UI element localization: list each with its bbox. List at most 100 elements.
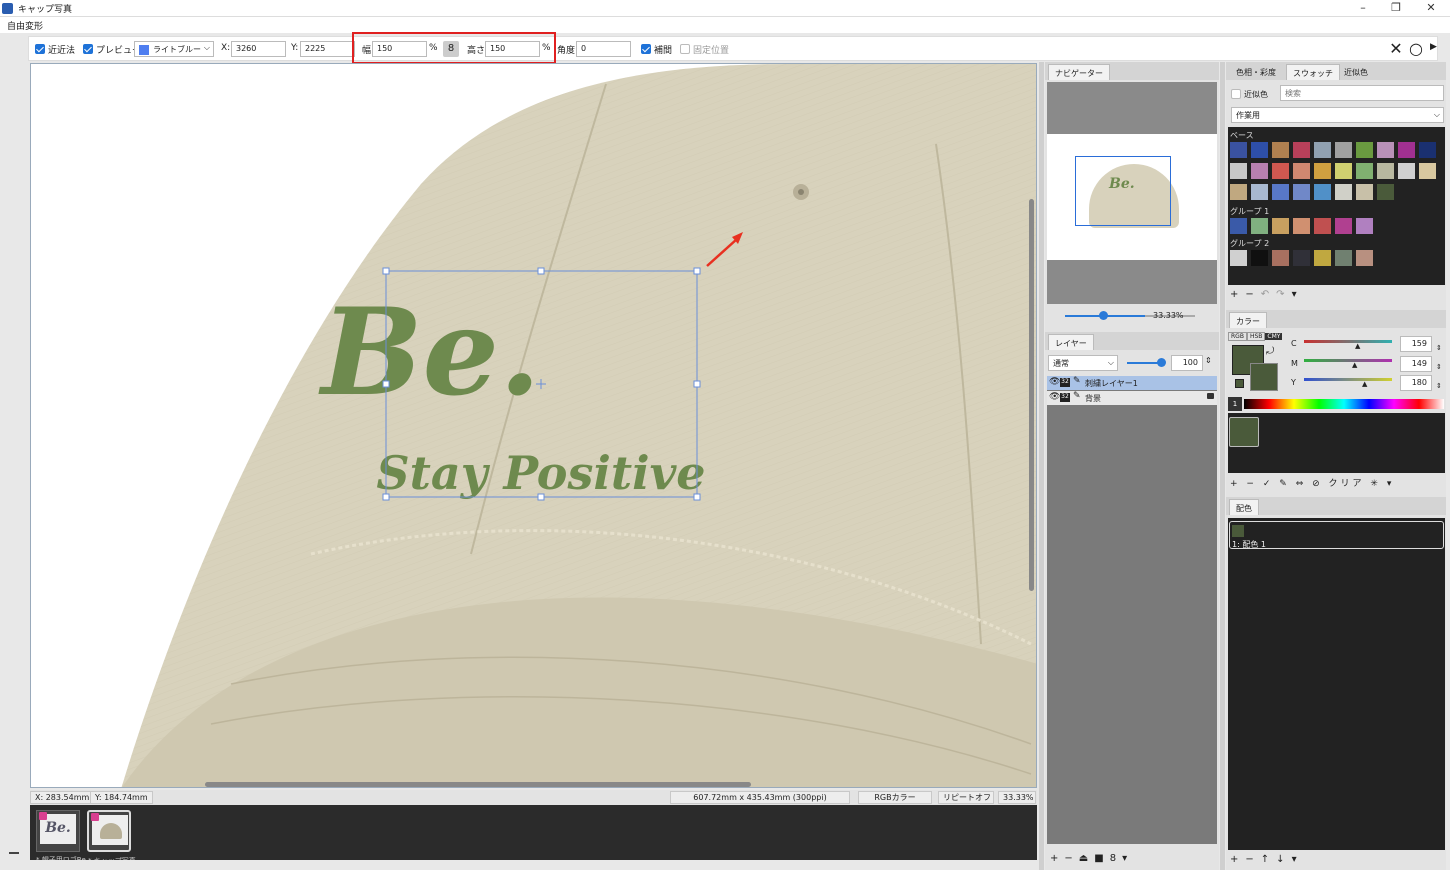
y-input[interactable]: 180 bbox=[1400, 375, 1432, 391]
mode-rgb[interactable]: RGB bbox=[1228, 332, 1247, 341]
lock-icon[interactable]: ■ bbox=[1094, 853, 1109, 864]
menu-icon[interactable]: ▾ bbox=[1122, 853, 1133, 864]
color-swatch[interactable] bbox=[1356, 184, 1373, 200]
swap-colors-icon[interactable]: ⤾ bbox=[1266, 346, 1274, 357]
tab-layers[interactable]: レイヤー bbox=[1048, 334, 1094, 350]
color-swatch[interactable] bbox=[1251, 184, 1268, 200]
color-swatch[interactable] bbox=[1230, 218, 1247, 234]
sparkle-icon[interactable]: ✳ bbox=[1370, 479, 1381, 489]
doc-thumb-cap[interactable]: * キャップ写真 bbox=[87, 810, 136, 865]
fixed-position-checkbox[interactable] bbox=[680, 44, 690, 54]
color-swatch[interactable] bbox=[1293, 163, 1310, 179]
color-swatch[interactable] bbox=[1293, 142, 1310, 158]
blend-mode-select[interactable]: 通常 ⌵ bbox=[1048, 355, 1118, 371]
background-color[interactable] bbox=[1250, 363, 1278, 391]
cancel-transform-button[interactable]: ✕ bbox=[1387, 39, 1405, 59]
color-swatch[interactable] bbox=[1251, 218, 1268, 234]
eye-icon[interactable]: 👁 bbox=[1049, 377, 1060, 387]
color-swatch[interactable] bbox=[1230, 184, 1247, 200]
restore-button[interactable]: ❐ bbox=[1381, 0, 1411, 17]
m-slider-thumb[interactable]: ▲ bbox=[1352, 361, 1357, 369]
add-color-button[interactable]: + bbox=[1230, 479, 1241, 489]
angle-input[interactable]: 0 bbox=[576, 41, 631, 57]
tab-similar-colors[interactable]: 近似色 bbox=[1338, 64, 1374, 80]
panel-divider[interactable] bbox=[1039, 62, 1044, 870]
color-swatch[interactable] bbox=[1230, 163, 1247, 179]
color-swatch[interactable] bbox=[1293, 218, 1310, 234]
undo-icon[interactable]: ↶ bbox=[1261, 289, 1276, 300]
menu-icon[interactable]: ▾ bbox=[1387, 479, 1395, 489]
move-down-icon[interactable]: ↓ bbox=[1276, 854, 1291, 865]
pen-icon[interactable]: ✎ bbox=[1279, 479, 1290, 489]
color-swatch[interactable] bbox=[1251, 250, 1268, 266]
color-swatch[interactable] bbox=[1356, 142, 1373, 158]
remove-scheme-button[interactable]: − bbox=[1245, 854, 1260, 865]
vertical-scrollbar[interactable] bbox=[1029, 199, 1034, 591]
color-swatch[interactable] bbox=[1293, 184, 1310, 200]
x-input[interactable]: 3260 bbox=[231, 41, 286, 57]
c-slider-thumb[interactable]: ▲ bbox=[1355, 342, 1360, 350]
opacity-input[interactable]: 100 bbox=[1171, 355, 1203, 371]
color-swatch[interactable] bbox=[1230, 250, 1247, 266]
redo-icon[interactable]: ↷ bbox=[1276, 289, 1291, 300]
navigator-view[interactable]: Be. bbox=[1047, 82, 1217, 304]
color-swatch[interactable] bbox=[1272, 218, 1289, 234]
color-swatch[interactable] bbox=[1335, 184, 1352, 200]
remove-color-button[interactable]: − bbox=[1246, 479, 1257, 489]
spinner-icons[interactable]: ⇕ ⇕ ⇕ bbox=[1436, 339, 1442, 396]
y-slider[interactable] bbox=[1304, 378, 1392, 381]
mode-hsb[interactable]: HSB bbox=[1246, 332, 1266, 341]
color-swatch[interactable] bbox=[1398, 142, 1415, 158]
color-swatch[interactable] bbox=[1251, 142, 1268, 158]
canvas-area[interactable]: Be. Stay Positive bbox=[30, 63, 1037, 788]
color-swatch[interactable] bbox=[1335, 142, 1352, 158]
interpolation-checkbox[interactable] bbox=[641, 44, 651, 54]
add-layer-button[interactable]: + bbox=[1050, 853, 1064, 864]
tab-color-scheme[interactable]: 配色 bbox=[1229, 499, 1259, 515]
add-swatch-button[interactable]: + bbox=[1230, 289, 1245, 300]
confirm-transform-button[interactable]: ○ bbox=[1407, 39, 1425, 59]
color-swatch[interactable] bbox=[1335, 218, 1352, 234]
layer-row[interactable]: 👁 32 ✎ 背景 bbox=[1047, 391, 1217, 405]
delete-layer-button[interactable]: − bbox=[1064, 853, 1078, 864]
check-icon[interactable]: ✓ bbox=[1263, 479, 1274, 489]
collapse-icon[interactable] bbox=[9, 852, 19, 854]
color-swatch[interactable] bbox=[1419, 163, 1436, 179]
color-swatch[interactable] bbox=[1398, 163, 1415, 179]
nearest-checkbox[interactable] bbox=[35, 44, 45, 54]
menu-free-transform[interactable]: 自由変形 bbox=[7, 19, 43, 32]
m-slider[interactable] bbox=[1304, 359, 1392, 362]
y-slider-thumb[interactable]: ▲ bbox=[1362, 380, 1367, 388]
close-window-button[interactable]: ✕ bbox=[1416, 0, 1446, 17]
menu-icon[interactable]: ▾ bbox=[1292, 289, 1304, 300]
guide-color-select[interactable]: ライトブルー ⌵ bbox=[134, 41, 214, 57]
color-swatch[interactable] bbox=[1272, 163, 1289, 179]
mode-cmy[interactable]: CMY bbox=[1265, 333, 1283, 340]
color-swatch[interactable] bbox=[1314, 142, 1331, 158]
color-swatch[interactable] bbox=[1293, 250, 1310, 266]
color-swatch[interactable] bbox=[1335, 163, 1352, 179]
move-up-icon[interactable]: ↑ bbox=[1261, 854, 1276, 865]
swap-icon[interactable]: ⇔ bbox=[1296, 479, 1307, 489]
no-color-icon[interactable]: ⊘ bbox=[1312, 479, 1323, 489]
color-swatch[interactable] bbox=[1272, 142, 1289, 158]
tab-navigator[interactable]: ナビゲーター bbox=[1048, 64, 1110, 80]
c-input[interactable]: 159 bbox=[1400, 336, 1432, 352]
clear-button[interactable]: クリア bbox=[1329, 479, 1365, 489]
color-swatch[interactable] bbox=[1335, 250, 1352, 266]
spectrum-bar[interactable] bbox=[1244, 399, 1444, 409]
minimize-button[interactable]: – bbox=[1348, 0, 1378, 17]
color-swatch[interactable] bbox=[1377, 184, 1394, 200]
link-icon[interactable]: 8 bbox=[1110, 853, 1122, 864]
color-swatch[interactable] bbox=[1314, 163, 1331, 179]
layer-row-selected[interactable]: 👁 32 ✎ 刺繍レイヤー1 bbox=[1047, 376, 1217, 390]
doc-thumb-logo[interactable]: Be. * 帽子用ロゴBe... bbox=[36, 810, 88, 864]
toolbar-scroll-right-icon[interactable]: ▶ bbox=[1430, 42, 1437, 52]
panel-divider[interactable] bbox=[1220, 62, 1225, 870]
c-slider[interactable] bbox=[1304, 340, 1392, 343]
color-swatch[interactable] bbox=[1230, 142, 1247, 158]
color-swatch[interactable] bbox=[1272, 250, 1289, 266]
preview-checkbox[interactable] bbox=[83, 44, 93, 54]
color-swatch[interactable] bbox=[1356, 218, 1373, 234]
horizontal-scrollbar[interactable] bbox=[205, 782, 751, 787]
